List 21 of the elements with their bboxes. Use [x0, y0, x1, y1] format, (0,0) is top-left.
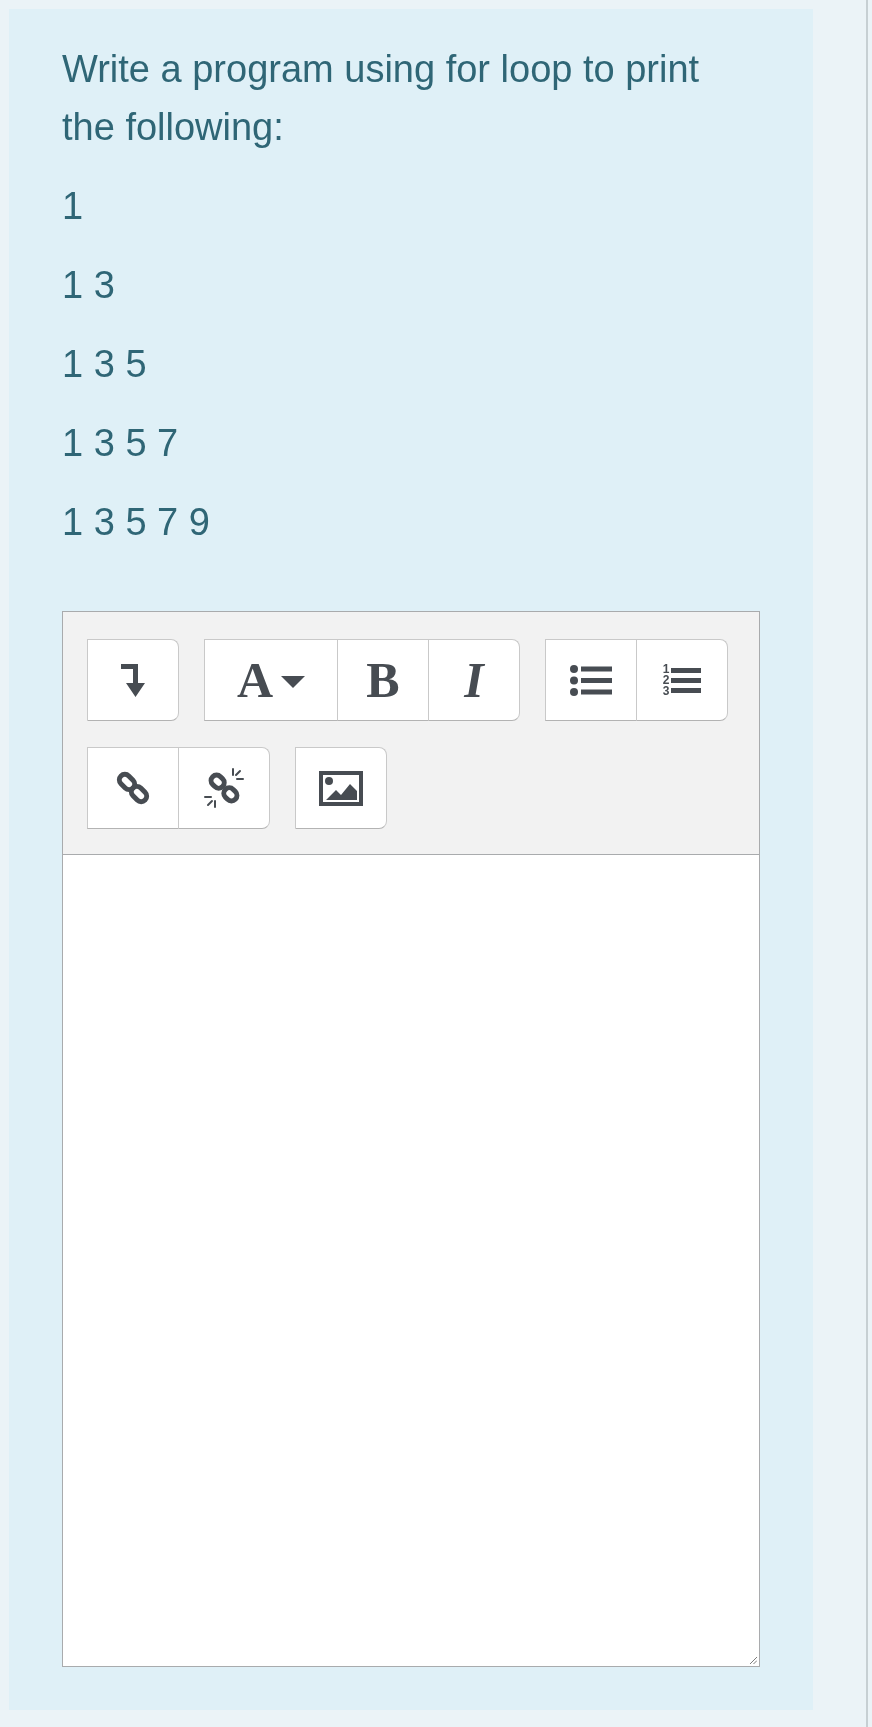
image-button[interactable]	[295, 747, 387, 829]
output-line: 1 3 5 7 9	[62, 500, 210, 545]
bulleted-list-button[interactable]	[545, 639, 637, 721]
caret-icon	[281, 676, 306, 688]
question-text: Write a program using for loop to print the following:	[62, 47, 701, 150]
image-icon	[319, 770, 363, 806]
turn-down-arrow-icon	[121, 663, 145, 697]
numbered-list-button[interactable]: 1 2 3	[636, 639, 728, 721]
output-line: 1 3	[62, 263, 115, 308]
output-line: 1	[62, 184, 84, 229]
bulleted-list-icon	[570, 664, 612, 696]
unlink-button[interactable]	[178, 747, 270, 829]
broken-link-icon	[204, 768, 244, 808]
link-button[interactable]	[87, 747, 179, 829]
toolbar-toggle-button[interactable]	[87, 639, 179, 721]
bold-button[interactable]: B	[337, 639, 429, 721]
resize-handle-icon	[749, 1656, 757, 1664]
text-style-button[interactable]: A	[204, 639, 338, 721]
output-line: 1 3 5	[62, 342, 147, 387]
output-line: 1 3 5 7	[62, 421, 179, 466]
italic-button[interactable]: I	[428, 639, 520, 721]
